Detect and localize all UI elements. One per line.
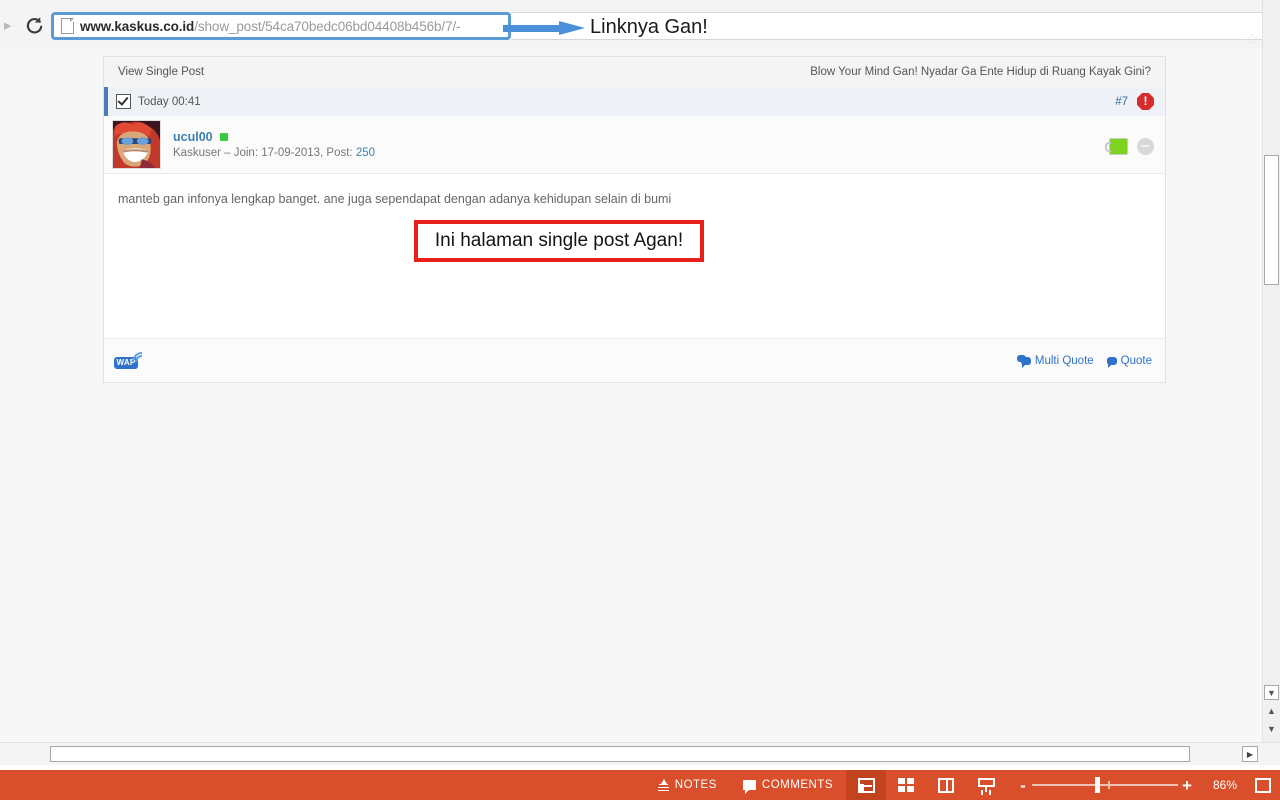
notes-icon bbox=[657, 778, 669, 792]
fit-to-window-icon bbox=[1255, 777, 1271, 793]
arrow-head bbox=[559, 21, 585, 35]
username[interactable]: ucul00 bbox=[173, 130, 213, 144]
user-meta: Kaskuser – Join: 17-09-2013, Post: 250 bbox=[173, 147, 375, 159]
kaskus-page: View Single Post Blow Your Mind Gan! Nya… bbox=[0, 48, 1280, 742]
normal-view-button[interactable] bbox=[846, 770, 886, 800]
zoom-slider-tick bbox=[1108, 781, 1110, 789]
thread-title-label[interactable]: Blow Your Mind Gan! Nyadar Ga Ente Hidup… bbox=[810, 66, 1151, 78]
slide-show-icon bbox=[977, 778, 995, 792]
wap-waves-icon bbox=[132, 351, 143, 362]
slide-sorter-icon bbox=[898, 778, 914, 792]
user-avatar[interactable] bbox=[112, 120, 161, 169]
checkbox-checked-icon[interactable] bbox=[116, 94, 131, 109]
post-text: manteb gan infonya lengkap banget. ane j… bbox=[118, 192, 672, 206]
zoom-in-button[interactable]: + bbox=[1178, 777, 1196, 794]
post-header-left: Today 00:41 bbox=[116, 94, 201, 109]
single-post-panel: View Single Post Blow Your Mind Gan! Nya… bbox=[103, 56, 1166, 383]
quote-button[interactable]: Quote bbox=[1106, 354, 1152, 368]
zoom-slider-thumb[interactable] bbox=[1095, 777, 1100, 793]
multi-quote-icon bbox=[1016, 354, 1031, 368]
post-timestamp: Today 00:41 bbox=[138, 95, 201, 108]
comments-button[interactable]: COMMENTS bbox=[730, 770, 846, 800]
chevron-right-icon[interactable]: ▶ bbox=[1242, 746, 1258, 762]
red-annotation-label: Ini halaman single post Agan! bbox=[434, 230, 684, 251]
previous-slide-icon[interactable]: ▲ bbox=[1264, 703, 1279, 718]
report-icon[interactable] bbox=[1137, 93, 1154, 110]
quote-label: Quote bbox=[1120, 354, 1152, 367]
post-header: Today 00:41 #7 bbox=[104, 87, 1165, 116]
next-slide-icon[interactable]: ▼ bbox=[1264, 721, 1279, 736]
forward-arrow-icon[interactable]: ▸ bbox=[4, 18, 12, 33]
url-text: www.kaskus.co.id/show_post/54ca70bedc06b… bbox=[80, 19, 461, 34]
online-dot-icon bbox=[219, 133, 228, 141]
red-annotation-box: Ini halaman single post Agan! bbox=[414, 220, 704, 262]
powerpoint-window: ▸ ☆ www.kaskus.co.id/show_post/54ca70bed… bbox=[0, 0, 1280, 800]
username-line: ucul00 bbox=[173, 130, 375, 144]
post-card: Today 00:41 #7 ! ucul00 Kaskuser – Join:… bbox=[103, 87, 1166, 383]
slide-sorter-button[interactable] bbox=[886, 770, 926, 800]
user-meta-prefix: Kaskuser – Join: 17-09-2013, Post: bbox=[173, 147, 356, 159]
reading-view-icon bbox=[938, 777, 954, 793]
zoom-out-button[interactable]: - bbox=[1014, 777, 1032, 794]
notes-button[interactable]: NOTES bbox=[645, 770, 730, 800]
address-bar[interactable]: www.kaskus.co.id/show_post/54ca70bedc06b… bbox=[51, 12, 511, 40]
user-post-count[interactable]: 250 bbox=[356, 147, 375, 159]
footer-actions: Multi Quote Quote bbox=[1016, 354, 1152, 368]
horizontal-scrollbar-thumb[interactable] bbox=[50, 746, 1190, 762]
user-info: ucul00 Kaskuser – Join: 17-09-2013, Post… bbox=[173, 130, 375, 159]
post-user-row: ucul00 Kaskuser – Join: 17-09-2013, Post… bbox=[104, 116, 1165, 174]
gray-circle-icon[interactable] bbox=[1137, 138, 1154, 155]
wap-icon[interactable]: WAP bbox=[114, 351, 144, 371]
panel-topbar: View Single Post Blow Your Mind Gan! Nya… bbox=[103, 56, 1166, 87]
star-icon[interactable]: ☆ bbox=[1246, 32, 1259, 47]
browser-toolbar: ▸ ☆ www.kaskus.co.id/show_post/54ca70bed… bbox=[0, 0, 1280, 49]
view-single-post-label: View Single Post bbox=[118, 66, 205, 78]
post-body: manteb gan infonya lengkap banget. ane j… bbox=[104, 174, 1165, 338]
multi-quote-label: Multi Quote bbox=[1034, 354, 1094, 367]
horizontal-scrollbar[interactable]: ▶ bbox=[0, 742, 1280, 765]
zoom-slider-group[interactable]: - + bbox=[1006, 770, 1204, 800]
notes-label: NOTES bbox=[674, 779, 717, 791]
cendol-mug-icon[interactable] bbox=[1105, 138, 1128, 155]
vertical-scrollbar[interactable]: ▼ ▲ ▼ bbox=[1262, 0, 1280, 742]
multi-quote-button[interactable]: Multi Quote bbox=[1016, 354, 1094, 368]
slide-canvas[interactable]: ▸ ☆ www.kaskus.co.id/show_post/54ca70bed… bbox=[0, 0, 1280, 742]
comments-label: COMMENTS bbox=[761, 779, 833, 791]
post-number[interactable]: #7 bbox=[1115, 96, 1128, 108]
post-footer: WAP Multi Quote Quote bbox=[104, 338, 1165, 382]
normal-view-icon bbox=[857, 777, 875, 793]
url-path: /show_post/54ca70bedc06bd04408b456b/7/- bbox=[194, 18, 461, 34]
arrow-shaft bbox=[503, 25, 561, 32]
post-header-right: #7 bbox=[1115, 93, 1154, 110]
url-host: www.kaskus.co.id bbox=[80, 18, 195, 34]
zoom-slider-track[interactable] bbox=[1032, 770, 1178, 800]
zoom-level-label[interactable]: 86% bbox=[1204, 778, 1246, 792]
quote-icon bbox=[1106, 356, 1117, 368]
status-bar: NOTES COMMENTS - + 86% bbox=[0, 770, 1280, 800]
vertical-scrollbar-thumb[interactable] bbox=[1264, 155, 1279, 285]
user-action-icons bbox=[1105, 138, 1154, 155]
comments-icon bbox=[742, 780, 756, 794]
fit-to-window-button[interactable] bbox=[1246, 770, 1280, 800]
reload-icon[interactable] bbox=[24, 15, 44, 35]
arrow-annotation-label: Linknya Gan! bbox=[590, 16, 708, 38]
blue-annotation-arrow bbox=[503, 21, 585, 35]
slide-show-button[interactable] bbox=[966, 770, 1006, 800]
chevron-down-icon[interactable]: ▼ bbox=[1264, 685, 1279, 700]
reading-view-button[interactable] bbox=[926, 770, 966, 800]
page-icon bbox=[61, 18, 74, 34]
